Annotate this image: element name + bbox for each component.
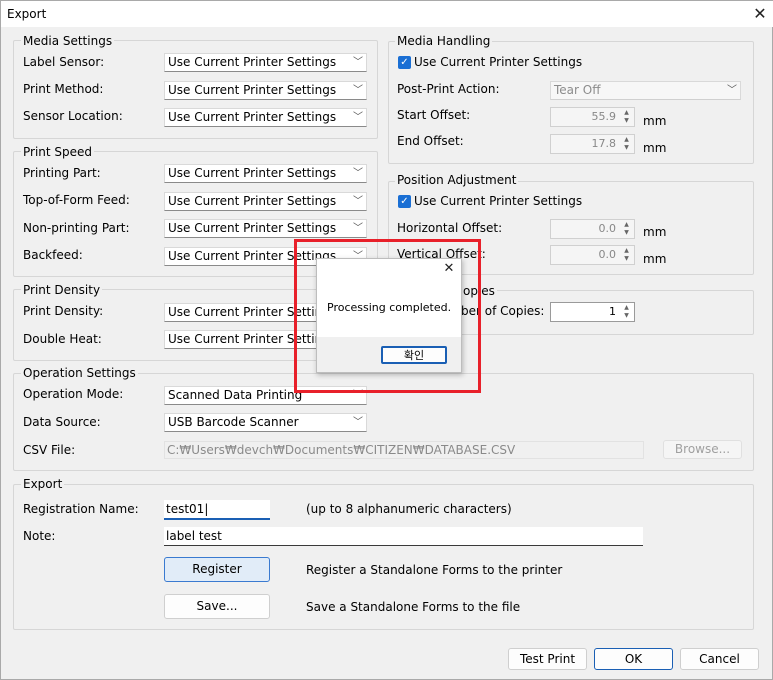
vertical-offset-spinner: 0.0 ▲ ▼ (550, 245, 635, 265)
close-icon[interactable]: ✕ (749, 3, 771, 25)
number-of-copies-spinner[interactable]: 1 ▲ ▼ (550, 302, 635, 322)
test-print-button[interactable]: Test Print (508, 648, 587, 670)
printing-part-label: Printing Part: (23, 166, 101, 180)
sensor-location-label: Sensor Location: (23, 109, 123, 123)
non-printing-part-value: Use Current Printer Settings (168, 221, 337, 235)
start-offset-value: 55.9 (591, 110, 617, 123)
end-offset-label: End Offset: (397, 134, 464, 148)
print-density-label: Print Density: (23, 304, 104, 318)
print-method-select[interactable]: Use Current Printer Settings ﹀ (164, 81, 367, 100)
save-button[interactable]: Save... (164, 594, 270, 619)
chevron-down-icon: ﹀ (727, 85, 737, 96)
position-adjustment-title: Position Adjustment (395, 173, 519, 187)
label-sensor-select[interactable]: Use Current Printer Settings ﹀ (164, 53, 367, 72)
double-heat-label: Double Heat: (23, 332, 102, 346)
end-offset-unit: mm (643, 141, 667, 155)
end-offset-spinner: 17.8 ▲ ▼ (550, 134, 635, 154)
export-window: Export ✕ Media Settings Label Sensor: Us… (0, 0, 773, 680)
non-printing-part-label: Non-printing Part: (23, 221, 130, 235)
horizontal-offset-spinner: 0.0 ▲ ▼ (550, 219, 635, 239)
data-source-value: USB Barcode Scanner (168, 415, 299, 429)
cancel-button[interactable]: Cancel (680, 648, 759, 670)
chevron-down-icon: ﹀ (353, 223, 363, 234)
registration-name-hint: (up to 8 alphanumeric characters) (306, 502, 512, 516)
register-button[interactable]: Register (164, 557, 270, 582)
print-density-title: Print Density (21, 283, 103, 297)
post-print-action-value: Tear Off (554, 83, 601, 97)
label-sensor-value: Use Current Printer Settings (168, 55, 337, 69)
title-bar: Export ✕ (1, 1, 773, 27)
post-print-action-select: Tear Off ﹀ (550, 81, 741, 100)
data-source-label: Data Source: (23, 415, 101, 429)
top-of-form-feed-label: Top-of-Form Feed: (23, 193, 130, 207)
horizontal-offset-label: Horizontal Offset: (397, 221, 503, 235)
registration-name-label: Registration Name: (23, 502, 139, 516)
chevron-down-icon: ﹀ (353, 417, 363, 428)
export-title: Export (21, 477, 65, 491)
media-settings-title: Media Settings (21, 34, 115, 48)
data-source-select[interactable]: USB Barcode Scanner ﹀ (164, 413, 367, 432)
note-input[interactable]: label test (164, 527, 643, 546)
vertical-offset-unit: mm (643, 252, 667, 266)
chevron-down-icon: ﹀ (353, 57, 363, 68)
label-sensor-label: Label Sensor: (23, 55, 105, 69)
csv-file-field: C:₩Users₩devch₩Documents₩CITIZEN₩DATABAS… (164, 441, 644, 459)
start-offset-spinner: 55.9 ▲ ▼ (550, 107, 635, 127)
print-method-label: Print Method: (23, 82, 104, 96)
print-method-value: Use Current Printer Settings (168, 83, 337, 97)
note-label: Note: (23, 529, 56, 543)
end-offset-value: 17.8 (591, 137, 617, 150)
chevron-down-icon: ﹀ (353, 85, 363, 96)
start-offset-unit: mm (643, 114, 667, 128)
media-handling-title: Media Handling (395, 34, 493, 48)
backfeed-label: Backfeed: (23, 248, 83, 262)
vertical-offset-value: 0.0 (598, 248, 617, 261)
operation-mode-value: Scanned Data Printing (168, 388, 303, 402)
media-handling-checkbox[interactable]: ✓ (398, 56, 411, 69)
ok-button[interactable]: OK (594, 648, 673, 670)
number-of-copies-value: 1 (609, 305, 616, 318)
spin-arrows-icon: ▲ ▼ (624, 136, 629, 151)
horizontal-offset-value: 0.0 (598, 222, 617, 235)
horizontal-offset-unit: mm (643, 225, 667, 239)
register-description: Register a Standalone Forms to the print… (306, 563, 563, 577)
position-adjustment-checkbox-label: Use Current Printer Settings (414, 194, 583, 208)
spin-arrows-icon: ▲ ▼ (624, 247, 629, 262)
chevron-down-icon: ﹀ (353, 168, 363, 179)
printing-part-select[interactable]: Use Current Printer Settings ﹀ (164, 164, 367, 183)
sensor-location-select[interactable]: Use Current Printer Settings ﹀ (164, 108, 367, 127)
start-offset-label: Start Offset: (397, 108, 471, 122)
print-speed-title: Print Speed (21, 145, 95, 159)
save-description: Save a Standalone Forms to the file (306, 600, 521, 614)
non-printing-part-select[interactable]: Use Current Printer Settings ﹀ (164, 219, 367, 238)
browse-button: Browse... (663, 440, 742, 459)
window-title: Export (7, 7, 47, 21)
csv-file-label: CSV File: (23, 443, 76, 457)
spin-arrows-icon: ▲ ▼ (624, 221, 629, 236)
chevron-down-icon: ﹀ (353, 196, 363, 207)
spin-arrows-icon[interactable]: ▲ ▼ (620, 304, 633, 320)
sensor-location-value: Use Current Printer Settings (168, 110, 337, 124)
operation-settings-title: Operation Settings (21, 366, 138, 380)
spin-arrows-icon: ▲ ▼ (624, 109, 629, 124)
media-handling-checkbox-label: Use Current Printer Settings (414, 55, 583, 69)
operation-mode-label: Operation Mode: (23, 387, 124, 401)
top-of-form-feed-select[interactable]: Use Current Printer Settings ﹀ (164, 192, 367, 211)
printing-part-value: Use Current Printer Settings (168, 166, 337, 180)
post-print-action-label: Post-Print Action: (397, 82, 500, 96)
highlight-rectangle (294, 239, 481, 393)
registration-name-input[interactable]: test01| (164, 500, 270, 520)
chevron-down-icon: ﹀ (353, 112, 363, 123)
position-adjustment-checkbox[interactable]: ✓ (398, 195, 411, 208)
top-of-form-feed-value: Use Current Printer Settings (168, 194, 337, 208)
